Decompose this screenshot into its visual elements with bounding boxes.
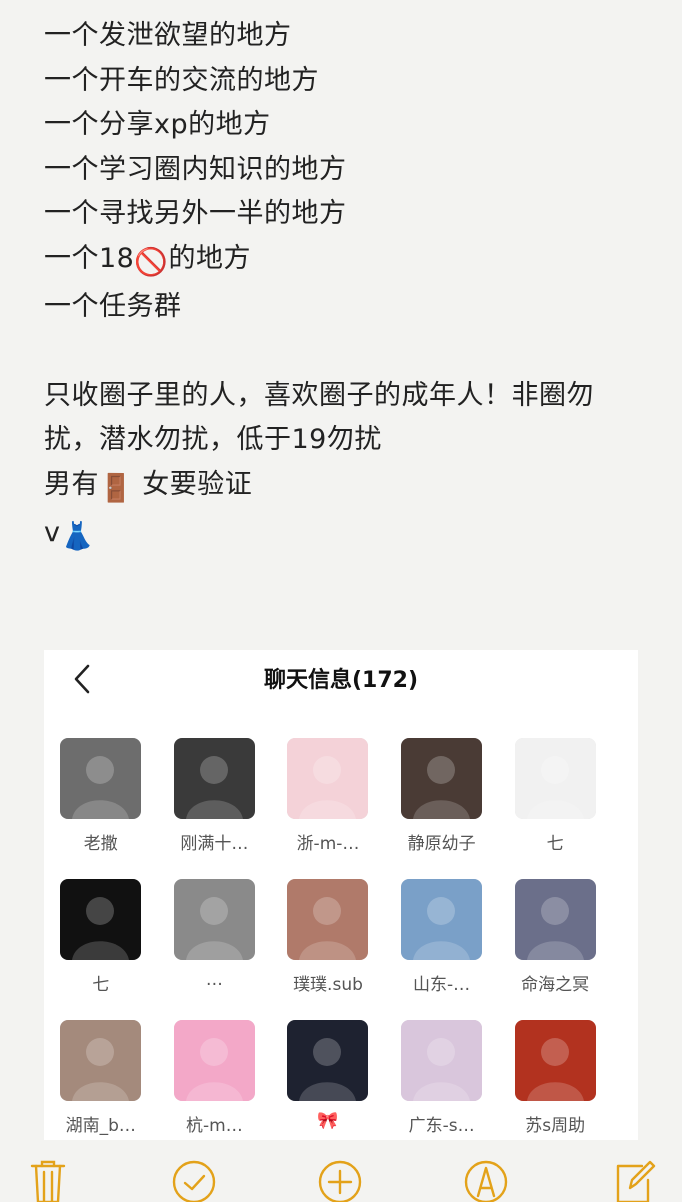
note-line-18: 一个18🚫的地方 — [44, 237, 644, 286]
member-avatar[interactable] — [401, 738, 483, 819]
member-item[interactable]: 广东-s… — [385, 1020, 499, 1161]
member-name: 苏s周助 — [525, 1116, 586, 1136]
note-line: 一个任务群 — [44, 291, 182, 322]
plus-circle-icon[interactable] — [318, 1158, 362, 1202]
checkmark-circle-icon[interactable] — [172, 1158, 216, 1202]
member-name: 湖南_b… — [65, 1116, 136, 1136]
member-name: 刚满十… — [180, 834, 249, 854]
member-item[interactable]: 🎀 — [271, 1020, 385, 1161]
member-item[interactable]: … — [158, 879, 272, 1020]
member-item[interactable]: 湖南_b… — [44, 1020, 158, 1161]
female-suffix: 女要验证 — [133, 468, 253, 500]
member-name: 静原幼子 — [407, 834, 476, 854]
compose-icon[interactable] — [612, 1158, 656, 1202]
member-name: 广东-s… — [408, 1116, 475, 1136]
note-text: 一个发泄欲望的地方 一个开车的交流的地方 一个分享xp的地方 一个学习圈内知识的… — [44, 14, 644, 560]
member-name: 杭-m… — [186, 1116, 243, 1136]
note-line: 一个开车的交流的地方 — [44, 64, 319, 96]
member-item[interactable]: 静原幼子 — [385, 738, 499, 879]
dress-icon: 👗 — [60, 521, 95, 552]
member-name: 老撒 — [83, 834, 118, 854]
member-item[interactable]: 七 — [498, 738, 612, 879]
member-item[interactable]: 山东-… — [385, 879, 499, 1020]
trash-icon[interactable] — [26, 1158, 70, 1202]
note-line: 一个分享xp的地方 — [44, 109, 271, 140]
member-avatar[interactable] — [60, 1020, 142, 1101]
note-gender-line: 男有🚪 女要验证 — [44, 463, 644, 512]
member-name: … — [205, 970, 223, 990]
member-name: 🎀 — [317, 1111, 339, 1131]
member-item[interactable]: 命海之冥 — [498, 879, 612, 1020]
member-item[interactable]: 老撒 — [44, 738, 158, 879]
member-item[interactable]: 七 — [44, 879, 158, 1020]
member-avatar[interactable] — [287, 1020, 369, 1101]
member-item[interactable]: 杭-m… — [158, 1020, 272, 1161]
member-name: 七 — [92, 975, 110, 995]
note-paragraph: 只收圈子里的人，喜欢圈子的成年人！非圈勿扰，潜水勿扰，低于19勿扰 — [44, 379, 594, 456]
member-avatar[interactable] — [401, 1020, 483, 1101]
chat-info-screenshot: 聊天信息(172) 老撒 刚满十… 浙-m-… 静原幼子七七… 璞璞.sub 山东-… 命海… — [44, 650, 638, 1140]
prohibited-icon: 🚫 — [134, 246, 169, 278]
member-item[interactable]: 璞璞.sub — [271, 879, 385, 1020]
member-avatar[interactable] — [514, 738, 596, 819]
note-line: 一个学习圈内知识的地方 — [44, 153, 347, 185]
note-line: 一个发泄欲望的地方 — [44, 20, 292, 51]
member-name: 浙-m-… — [296, 834, 360, 854]
male-prefix: 男有 — [44, 468, 99, 500]
member-item[interactable]: 刚满十… — [158, 738, 272, 879]
v-prefix: v — [44, 517, 61, 548]
member-avatar[interactable] — [514, 879, 596, 960]
door-icon: 🚪 — [99, 472, 134, 504]
notes-toolbar — [0, 1150, 682, 1202]
member-name: 璞璞.sub — [293, 975, 363, 995]
member-avatar[interactable] — [401, 879, 483, 960]
member-avatar[interactable] — [173, 738, 255, 819]
member-avatar[interactable] — [173, 879, 255, 960]
note-line-suffix: 的地方 — [168, 242, 251, 274]
note-line: 一个寻找另外一半的地方 — [44, 198, 347, 229]
chat-info-title: 聊天信息(172) — [263, 668, 419, 693]
member-name: 山东-… — [413, 975, 471, 995]
chat-info-header: 聊天信息(172) — [44, 650, 638, 708]
note-line-prefix: 一个18 — [44, 242, 135, 274]
member-name: 命海之冥 — [521, 975, 590, 995]
member-avatar[interactable] — [287, 738, 369, 819]
member-avatar[interactable] — [60, 738, 142, 819]
member-avatar[interactable] — [173, 1020, 255, 1101]
markup-pen-icon[interactable] — [464, 1158, 508, 1202]
member-avatar[interactable] — [514, 1020, 596, 1101]
member-item[interactable]: 苏s周助 — [498, 1020, 612, 1161]
member-avatar[interactable] — [287, 879, 369, 960]
member-grid: 老撒 刚满十… 浙-m-… 静原幼子七七… 璞璞.sub 山东-… 命海之冥 湖南_b… 杭-m… — [44, 738, 638, 1161]
member-avatar[interactable] — [60, 879, 142, 960]
note-v-line: v👗 — [44, 511, 644, 560]
member-name: 七 — [546, 834, 564, 854]
member-item[interactable]: 浙-m-… — [271, 738, 385, 879]
